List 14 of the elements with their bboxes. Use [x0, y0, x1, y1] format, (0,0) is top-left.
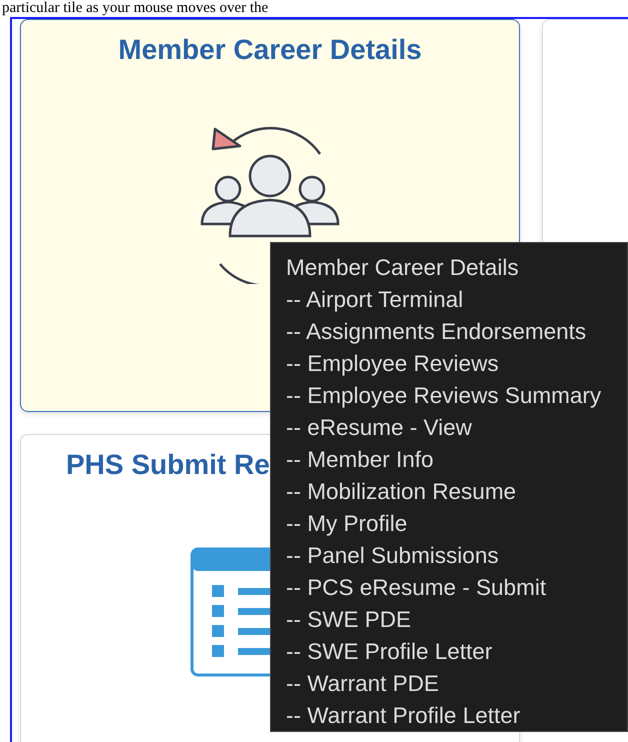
tooltip-item: -- Member Info	[286, 446, 435, 474]
tooltip-item: -- Panel Submissions	[286, 542, 500, 570]
tooltip-item: -- Employee Reviews	[286, 350, 500, 378]
tooltip-item: -- Warrant Profile Letter	[286, 702, 522, 730]
caption-text: particular tile as your mouse moves over the	[1, 0, 270, 17]
tooltip-title: Member Career Details	[286, 254, 520, 282]
tooltip-item: -- My Profile	[286, 510, 408, 538]
tooltip-item: -- PCS eResume - Submit	[286, 574, 548, 602]
tooltip-item: -- Warrant PDE	[286, 670, 440, 698]
tooltip-item: -- SWE Profile Letter	[286, 638, 494, 666]
tooltip-item: -- Airport Terminal	[286, 286, 464, 314]
tooltip-item: -- SWE PDE	[286, 606, 412, 634]
tooltip-item: -- eResume - View	[286, 414, 473, 442]
tooltip-item: -- Mobilization Resume	[286, 478, 518, 506]
